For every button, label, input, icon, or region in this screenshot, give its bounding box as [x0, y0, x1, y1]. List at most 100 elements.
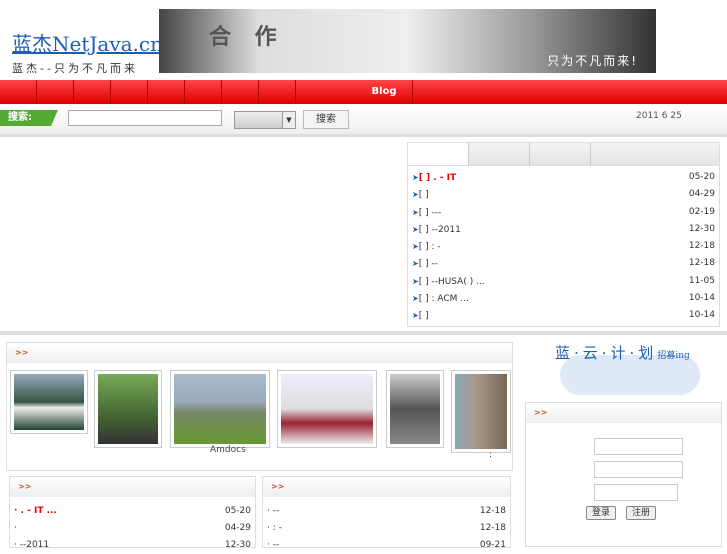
item-date: 10-14	[688, 293, 715, 304]
item-title[interactable]: ·	[14, 523, 17, 533]
divider	[0, 331, 727, 335]
nav-item[interactable]	[0, 80, 37, 104]
panel-header: >>	[7, 343, 512, 363]
list-item[interactable]: ➤[ ] 04-29	[408, 186, 719, 203]
list-item[interactable]: · 04-29	[10, 520, 255, 537]
item-title[interactable]: [ ]	[419, 190, 429, 200]
arrow-icon: ➤	[412, 311, 419, 321]
item-title[interactable]: [ ] . - IT	[419, 173, 456, 183]
main-nav: Blog	[0, 80, 727, 104]
logo-slogan: 蓝杰--只为不凡而来	[12, 62, 138, 75]
list-item[interactable]: · --2011 12-30	[10, 537, 255, 554]
member-photo[interactable]	[451, 370, 511, 453]
member-photo[interactable]	[277, 370, 377, 448]
arrow-icon: ➤	[412, 224, 419, 234]
arrow-icon: ➤	[412, 242, 419, 252]
item-title[interactable]: [ ] --	[419, 259, 438, 269]
news-tabs	[408, 143, 719, 166]
news-panel: ➤[ ] . - IT 05-20 ➤[ ] 04-29 ➤[ ] --- 02-19 ➤[…	[407, 142, 720, 327]
list-item[interactable]: · -- 12-18	[263, 503, 510, 520]
item-title[interactable]: [ ] --2011	[419, 225, 461, 235]
captcha-input[interactable]	[594, 484, 678, 501]
item-title[interactable]: [ ] : -	[419, 242, 441, 252]
member-photo[interactable]	[10, 370, 88, 434]
logo-title[interactable]: 蓝杰NetJava.cn	[12, 28, 163, 57]
arrow-icon: ➤	[412, 294, 419, 304]
item-title[interactable]: [ ] : ACM ...	[419, 294, 469, 304]
item-date: 12-18	[688, 258, 715, 269]
panel-header: >>	[263, 477, 510, 497]
list-item[interactable]: ➤[ ] --HUSA( ) ... 11-05	[408, 273, 719, 290]
bottom-right-panel: >> · -- 12-18 · : - 12-18 · -- 09-21	[262, 476, 511, 550]
list-item[interactable]: ➤[ ] --- 02-19	[408, 204, 719, 221]
item-date: 12-18	[688, 241, 715, 252]
item-title[interactable]: · --2011	[14, 540, 49, 550]
search-input[interactable]	[68, 110, 222, 126]
item-date: 12-30	[224, 540, 251, 550]
panel-header: >>	[10, 477, 255, 497]
list-item[interactable]: ➤[ ] : - 12-18	[408, 238, 719, 255]
site-logo[interactable]: 蓝杰NetJava.cn 蓝杰--只为不凡而来	[12, 28, 163, 76]
banner-image: 合 作 只为不凡而来!	[159, 9, 656, 73]
news-tab[interactable]	[590, 143, 719, 165]
chevron-down-icon[interactable]: ▼	[282, 112, 295, 128]
banner-quote: 只为不凡而来!	[547, 54, 638, 68]
item-date: 12-18	[479, 523, 506, 533]
item-title[interactable]: [ ] --HUSA( ) ...	[419, 277, 485, 287]
search-bar: 搜索: ▼ 搜索 2011 6 25	[0, 106, 727, 137]
banner-heading: 合 作	[209, 25, 285, 50]
login-panel: >> 登录 注册	[525, 402, 722, 547]
list-item[interactable]: · . - IT ... 05-20	[10, 503, 255, 520]
recruit-banner[interactable]: 蓝·云·计·划招募ing	[555, 342, 690, 363]
nav-item-blog[interactable]: Blog	[356, 80, 413, 104]
item-title[interactable]: [ ]	[419, 311, 429, 321]
member-photo[interactable]	[170, 370, 270, 448]
register-button[interactable]: 注册	[626, 506, 657, 520]
list-item[interactable]: ➤[ ] -- 12-18	[408, 255, 719, 272]
item-title[interactable]: · . - IT ...	[14, 506, 57, 516]
item-date: 12-30	[688, 223, 715, 234]
member-photo[interactable]	[386, 370, 444, 448]
arrow-icon: ➤	[412, 207, 419, 217]
item-title[interactable]: [ ] ---	[419, 208, 442, 218]
panel-header: >>	[526, 403, 721, 423]
nav-item[interactable]	[185, 80, 222, 104]
bottom-left-panel: >> · . - IT ... 05-20 · 04-29 · --2011 12-30	[9, 476, 256, 550]
news-tab[interactable]	[468, 143, 529, 165]
current-date: 2011 6 25	[636, 111, 682, 121]
recruit-subtitle: 招募ing	[657, 351, 690, 361]
username-input[interactable]	[594, 438, 683, 455]
search-button[interactable]: 搜索	[303, 110, 349, 129]
item-title[interactable]: · --	[267, 506, 279, 516]
list-item[interactable]: · : - 12-18	[263, 520, 510, 537]
photo-panel: >> Amdocs :	[6, 342, 513, 471]
item-date: 05-20	[224, 506, 251, 516]
search-category-select[interactable]: ▼	[234, 111, 296, 129]
arrow-icon: ➤	[412, 190, 419, 200]
news-tab[interactable]	[529, 143, 590, 165]
item-date: 11-05	[688, 275, 715, 286]
nav-item[interactable]	[74, 80, 111, 104]
nav-item[interactable]	[111, 80, 148, 104]
list-item[interactable]: ➤[ ] --2011 12-30	[408, 221, 719, 238]
recruit-title: 蓝·云·计·划	[555, 344, 658, 362]
item-date: 12-18	[479, 506, 506, 516]
member-photo[interactable]	[94, 370, 162, 448]
nav-item[interactable]	[222, 80, 259, 104]
nav-item[interactable]	[37, 80, 74, 104]
login-button[interactable]: 登录	[586, 506, 617, 520]
list-item[interactable]: ➤[ ] . - IT 05-20	[408, 169, 719, 186]
nav-item[interactable]	[259, 80, 296, 104]
item-date: 10-14	[688, 310, 715, 321]
list-item[interactable]: · -- 09-21	[263, 537, 510, 554]
item-title[interactable]: · : -	[267, 523, 282, 533]
list-item[interactable]: ➤[ ] 10-14	[408, 307, 719, 324]
arrow-icon: ➤	[412, 259, 419, 269]
list-item[interactable]: ➤[ ] : ACM ... 10-14	[408, 290, 719, 307]
password-input[interactable]	[594, 461, 683, 478]
news-tab[interactable]	[408, 143, 468, 165]
nav-item[interactable]	[148, 80, 185, 104]
arrow-icon: ➤	[412, 276, 419, 286]
item-title[interactable]: · --	[267, 540, 279, 550]
item-date: 09-21	[479, 540, 506, 550]
